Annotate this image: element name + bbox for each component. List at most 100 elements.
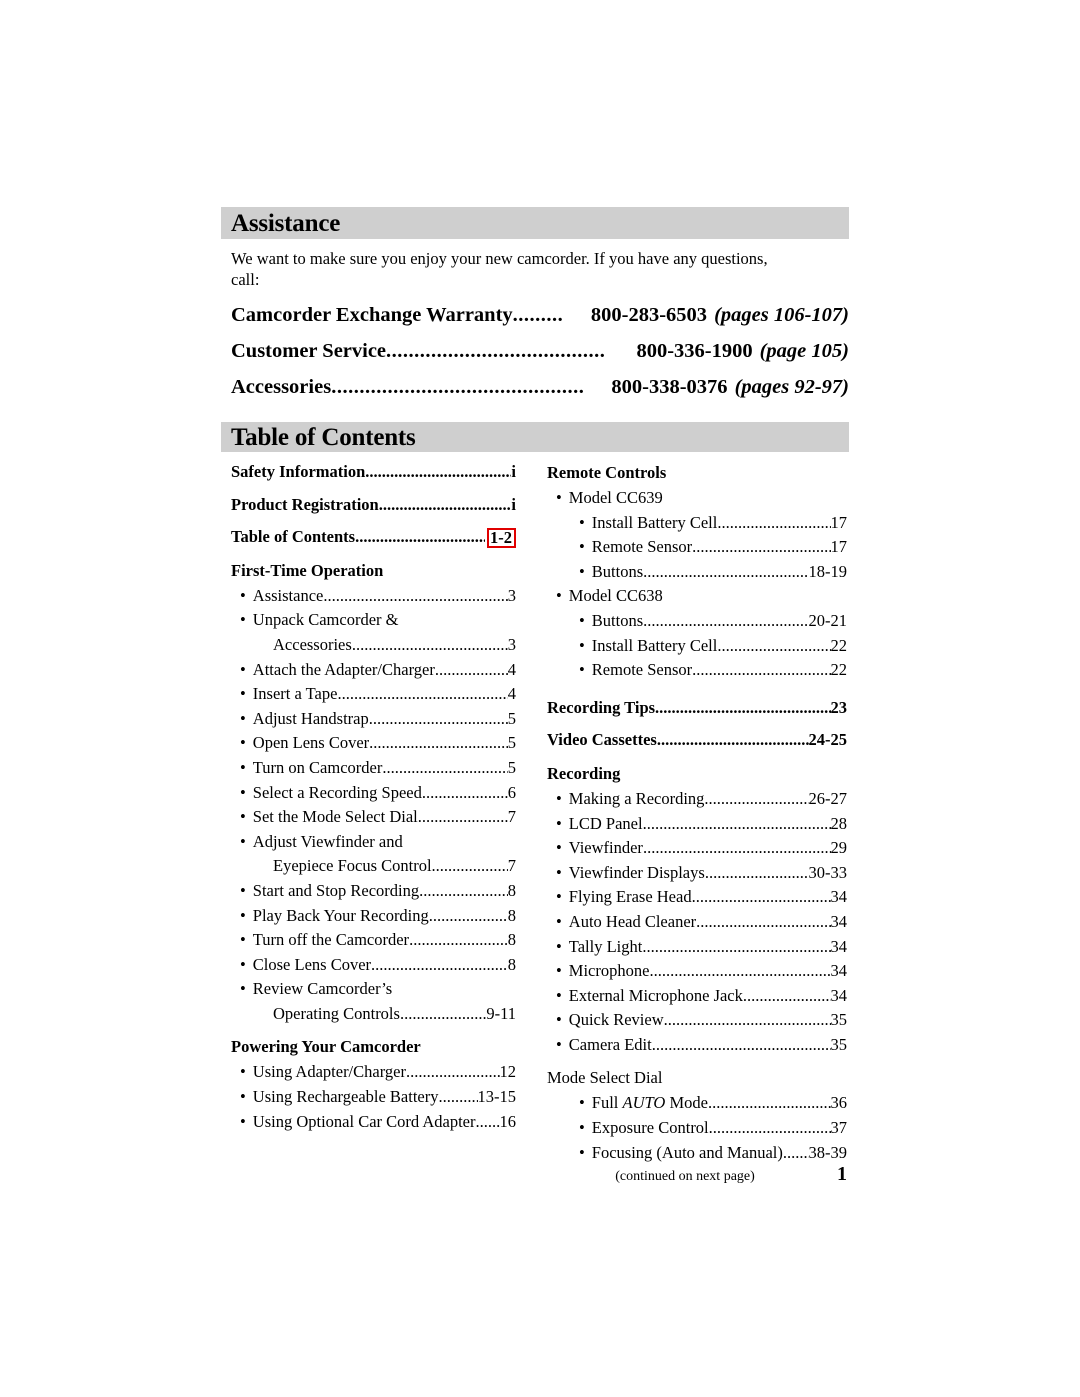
leader-dots: ........................................… [691, 887, 831, 907]
toc-column-left: Safety Information .....................… [231, 460, 516, 1134]
toc-entry-page: 34 [830, 985, 848, 1005]
phone-label: Accessories [231, 376, 332, 398]
toc-entry-label: Insert a Tape [240, 682, 338, 707]
toc-entry-page: 16 [499, 1111, 517, 1131]
toc-entry[interactable]: Full AUTO Mode .........................… [547, 1091, 847, 1116]
leader-dots: ........................................… [337, 684, 508, 704]
toc-entry[interactable]: Set the Mode Select Dial ...............… [231, 805, 516, 830]
toc-entry[interactable]: Camera Edit ............................… [547, 1033, 847, 1058]
toc-entry[interactable]: Using Optional Car Cord Adapter ........… [231, 1110, 516, 1135]
toc-entry[interactable]: Product Registration ...................… [231, 493, 516, 518]
phone-page-reference: (pages 92-97) [734, 376, 849, 398]
toc-entry-label: Remote Sensor [579, 658, 692, 683]
toc-entry-page: 18-19 [808, 561, 848, 581]
toc-entry-label: Buttons [579, 609, 643, 634]
toc-entry[interactable]: Recording Tips .........................… [547, 696, 847, 721]
toc-entry-page: 34 [830, 911, 848, 931]
toc-entry[interactable]: Model CC638 [547, 584, 847, 609]
toc-entry[interactable]: Adjust Viewfinder and [231, 830, 516, 855]
toc-entry-page: 3 [507, 634, 516, 654]
toc-entry[interactable]: Eyepiece Focus Control .................… [231, 854, 516, 879]
toc-entry[interactable]: Flying Erase Head ......................… [547, 885, 847, 910]
toc-entry[interactable]: Model CC639 [547, 486, 847, 511]
phone-page-reference: (pages 106-107) [714, 304, 849, 326]
toc-entry[interactable]: Tally Light ............................… [547, 935, 847, 960]
toc-entry[interactable]: Turn off the Camcorder .................… [231, 928, 516, 953]
toc-entry[interactable]: LCD Panel ..............................… [547, 812, 847, 837]
leader-dots: ........................................… [417, 807, 508, 827]
toc-entry-page: 12 [499, 1062, 517, 1082]
toc-entry-label: Viewfinder Displays [556, 861, 705, 886]
toc-entry-label: Set the Mode Select Dial [240, 805, 418, 830]
toc-entry[interactable]: Video Cassettes ........................… [547, 728, 847, 753]
toc-entry[interactable]: Viewfinder .............................… [547, 836, 847, 861]
toc-entry-page: 7 [507, 856, 516, 876]
toc-entry[interactable]: Start and Stop Recording ...............… [231, 879, 516, 904]
toc-entry[interactable]: Unpack Camcorder & [231, 608, 516, 633]
toc-entry-label: Unpack Camcorder & [240, 608, 399, 633]
toc-entry[interactable]: Exposure Control .......................… [547, 1116, 847, 1141]
toc-entry[interactable]: Auto Head Cleaner ......................… [547, 910, 847, 935]
toc-entry[interactable]: External Microphone Jack ...............… [547, 984, 847, 1009]
toc-entry[interactable]: Accessories ............................… [231, 633, 516, 658]
leader-dots: ........................................… [643, 561, 809, 581]
toc-entry-page: 36 [830, 1093, 848, 1113]
toc-entry[interactable]: Review Camcorder’s [231, 977, 516, 1002]
toc-entry-page: 34 [830, 887, 848, 907]
assistance-intro-text: We want to make sure you enjoy your new … [231, 249, 768, 289]
toc-entry[interactable]: Adjust Handstrap .......................… [231, 707, 516, 732]
toc-entry[interactable]: Table of Contents ......................… [231, 525, 516, 550]
leader-dots: ........................................… [355, 527, 485, 547]
toc-entry-label: Start and Stop Recording [240, 879, 419, 904]
assistance-phone-row: Camcorder Exchange Warranty......... 800-… [231, 297, 849, 333]
toc-entry[interactable]: Quick Review ...........................… [547, 1008, 847, 1033]
toc-entry[interactable]: Install Battery Cell ...................… [547, 634, 847, 659]
toc-entry-page: 8 [507, 880, 516, 900]
toc-entry[interactable]: Viewfinder Displays ....................… [547, 861, 847, 886]
toc-entry[interactable]: Using Rechargeable Battery .............… [231, 1085, 516, 1110]
leader-dots: ........................................… [406, 1062, 500, 1082]
assistance-phone-list: Camcorder Exchange Warranty......... 800-… [231, 297, 849, 405]
toc-entry-label: Using Adapter/Charger [240, 1060, 406, 1085]
toc-entry[interactable]: Close Lens Cover .......................… [231, 953, 516, 978]
toc-entry[interactable]: Microphone .............................… [547, 959, 847, 984]
toc-entry[interactable]: Operating Controls .....................… [231, 1002, 516, 1027]
toc-entry-label: LCD Panel [556, 812, 643, 837]
toc-entry-label: Attach the Adapter/Charger [240, 658, 435, 683]
leader-dots: ........................................… [704, 862, 809, 882]
toc-section-heading: Recording [547, 763, 621, 783]
toc-entry[interactable]: Buttons ................................… [547, 560, 847, 585]
leader-dots: ........................................… [382, 757, 507, 777]
toc-entry[interactable]: Remote Sensor ..........................… [547, 535, 847, 560]
toc-entry[interactable]: Using Adapter/Charger ..................… [231, 1060, 516, 1085]
toc-entry[interactable]: Install Battery Cell ...................… [547, 511, 847, 536]
toc-entry[interactable]: Attach the Adapter/Charger .............… [231, 658, 516, 683]
toc-entry-label: Eyepiece Focus Control [273, 856, 432, 876]
toc-entry[interactable]: Focusing (Auto and Manual) .............… [547, 1141, 847, 1166]
assistance-section-bar: Assistance [221, 207, 849, 239]
toc-entry[interactable]: Open Lens Cover ........................… [231, 731, 516, 756]
toc-entry[interactable]: Making a Recording .....................… [547, 787, 847, 812]
toc-entry[interactable]: Select a Recording Speed ...............… [231, 781, 516, 806]
toc-entry[interactable]: Insert a Tape ..........................… [231, 682, 516, 707]
toc-section-heading: First-Time Operation [231, 560, 384, 580]
toc-entry[interactable]: Buttons ................................… [547, 609, 847, 634]
toc-entry[interactable]: Assistance .............................… [231, 584, 516, 609]
leader-dots: ........................................… [409, 930, 508, 950]
toc-entry[interactable]: Turn on Camcorder ......................… [231, 756, 516, 781]
toc-entry[interactable]: Play Back Your Recording ...............… [231, 904, 516, 929]
leader-dots: ........................................… [742, 985, 831, 1005]
leader-dots: ........................................… [351, 634, 508, 654]
leader-dots: ........................................… [717, 635, 830, 655]
assistance-phone-row: Accessories.............................… [231, 369, 849, 405]
leader-dots: ........................................… [663, 1010, 831, 1030]
toc-entry-label: Select a Recording Speed [240, 781, 422, 806]
toc-entry[interactable]: Safety Information .....................… [231, 460, 516, 485]
toc-entry[interactable]: Remote Sensor ..........................… [547, 658, 847, 683]
toc-entry-label: Viewfinder [556, 836, 643, 861]
phone-page-reference: (page 105) [759, 340, 849, 362]
toc-section-heading: Remote Controls [547, 463, 667, 482]
